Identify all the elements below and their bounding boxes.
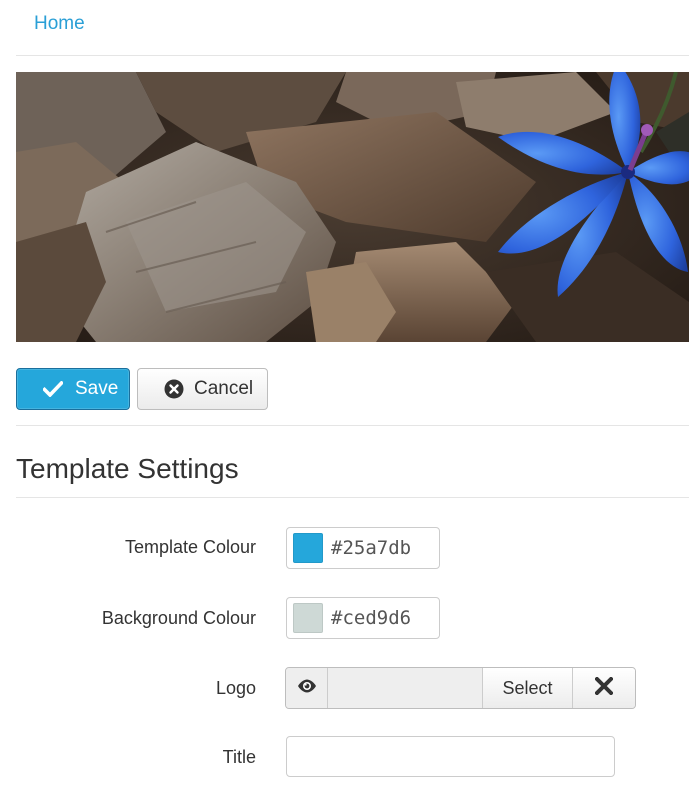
title-label: Title (222, 747, 256, 767)
logo-clear-button[interactable] (573, 668, 635, 708)
breadcrumb-home-link[interactable]: Home (34, 13, 85, 35)
background-colour-label: Background Colour (101, 608, 256, 628)
background-colour-value: #ced9d6 (331, 607, 412, 629)
background-colour-swatch[interactable] (293, 603, 323, 633)
close-icon (594, 675, 614, 700)
save-button[interactable]: Save (16, 368, 130, 410)
eye-icon (297, 679, 317, 698)
title-input[interactable] (286, 736, 615, 777)
header-image (16, 72, 689, 342)
save-button-label: Save (75, 378, 119, 399)
template-colour-field[interactable]: #25a7db (286, 527, 440, 569)
cancel-button[interactable]: Cancel (137, 368, 268, 410)
cancel-button-label: Cancel (194, 378, 254, 399)
breadcrumb: Home (16, 0, 689, 56)
logo-select-label: Select (502, 677, 553, 698)
flower-on-leaves-image (16, 72, 689, 342)
template-colour-value: #25a7db (331, 537, 412, 559)
checkmark-icon (43, 381, 63, 397)
background-colour-field[interactable]: #ced9d6 (286, 597, 440, 639)
toolbar: Save Cancel (16, 368, 689, 426)
logo-preview-button[interactable] (286, 668, 328, 708)
page: Home Save Cancel Template Settings Templ… (0, 0, 689, 800)
section-title: Template Settings (16, 440, 689, 498)
logo-select-button[interactable]: Select (483, 668, 573, 708)
circle-x-icon (164, 379, 184, 399)
logo-media-field: Select (285, 667, 636, 709)
template-colour-swatch[interactable] (293, 533, 323, 563)
template-colour-label: Template Colour (124, 537, 256, 557)
logo-path-display (328, 668, 483, 708)
logo-label: Logo (215, 678, 256, 698)
